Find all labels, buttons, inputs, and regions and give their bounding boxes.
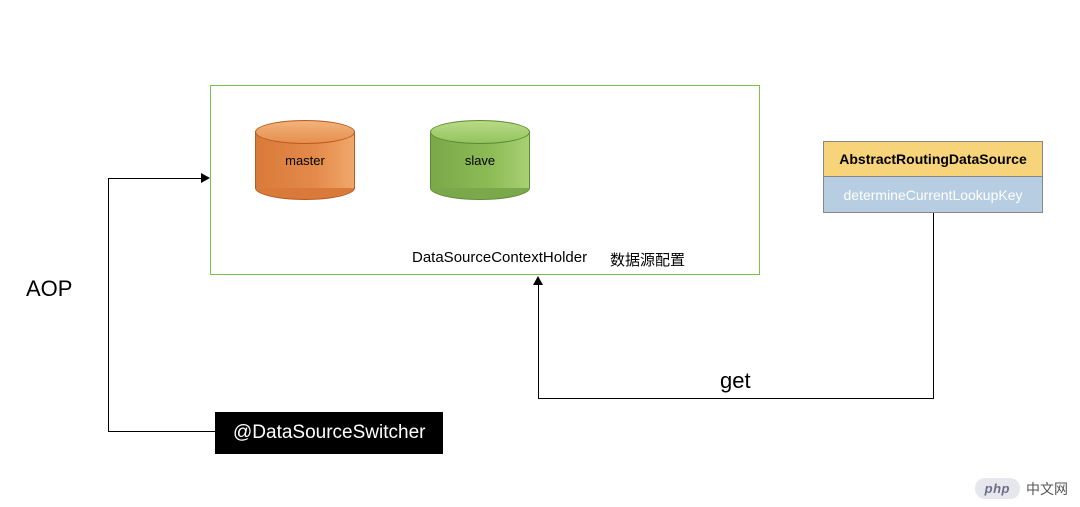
- connector-get-horizontal: [538, 398, 934, 399]
- cylinder-master: master: [255, 120, 355, 200]
- connector-aop-vertical: [108, 178, 109, 432]
- connector-get-v1: [933, 213, 934, 399]
- arrow-get-icon: [533, 276, 543, 285]
- watermark: php 中文网: [975, 478, 1068, 499]
- routing-top-label: AbstractRoutingDataSource: [823, 141, 1043, 177]
- datasource-switcher-annotation: @DataSourceSwitcher: [215, 412, 443, 454]
- arrow-aop-icon: [201, 173, 210, 183]
- routing-datasource-box: AbstractRoutingDataSource determineCurre…: [823, 141, 1043, 213]
- watermark-pill: php: [975, 478, 1020, 499]
- cylinder-slave-label: slave: [430, 153, 530, 168]
- connector-aop-horizontal: [108, 431, 215, 432]
- routing-bottom-label: determineCurrentLookupKey: [823, 177, 1043, 213]
- connector-get-v2: [538, 281, 539, 399]
- context-holder-caption: DataSourceContextHolder: [412, 249, 587, 266]
- cylinder-master-label: master: [255, 153, 355, 168]
- connector-aop-top: [108, 178, 203, 179]
- aop-label: AOP: [26, 276, 72, 302]
- get-label: get: [720, 368, 751, 394]
- watermark-text: 中文网: [1026, 479, 1068, 499]
- cylinder-slave: slave: [430, 120, 530, 200]
- context-holder-label: 数据源配置: [610, 249, 685, 270]
